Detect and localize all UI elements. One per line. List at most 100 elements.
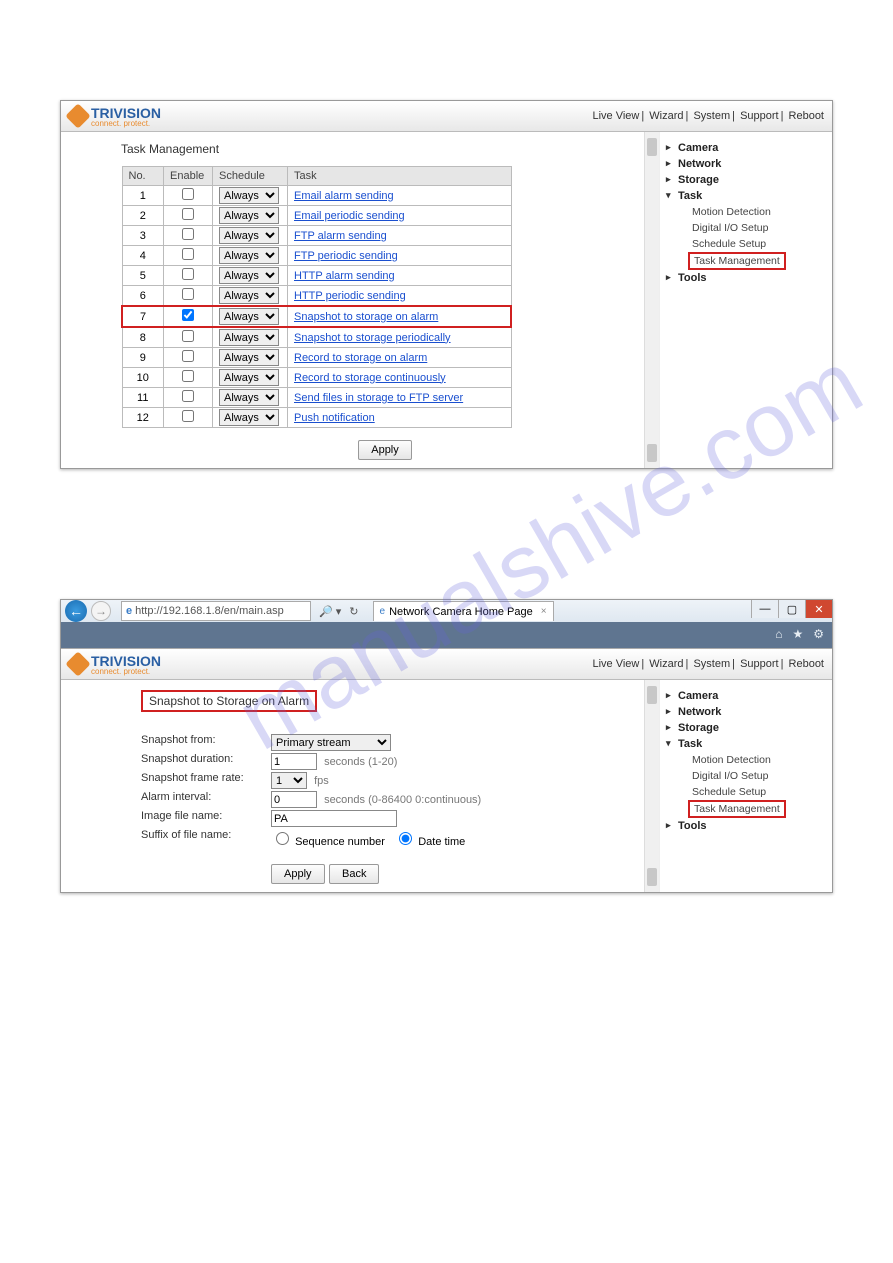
label-duration: Snapshot duration:	[141, 753, 271, 770]
radio-seq[interactable]	[276, 832, 289, 845]
ie-back-button[interactable]: ←	[65, 600, 87, 622]
sidebar-item-camera[interactable]: Camera	[664, 140, 824, 156]
schedule-select[interactable]: Always	[219, 349, 279, 366]
enable-checkbox[interactable]	[182, 208, 194, 220]
sidebar-sub-digital-i-o-setup[interactable]: Digital I/O Setup	[664, 768, 824, 784]
input-interval[interactable]	[271, 791, 317, 808]
task-link[interactable]: FTP periodic sending	[294, 250, 398, 262]
ie-search-dropdown[interactable]: 🔎 ▾	[319, 605, 341, 618]
win-close[interactable]: ✕	[805, 600, 832, 618]
table-row: 9AlwaysRecord to storage on alarm	[122, 348, 511, 368]
select-snapshot-from[interactable]: Primary stream	[271, 734, 391, 751]
apply-button[interactable]: Apply	[358, 440, 412, 460]
label-snapshot-from: Snapshot from:	[141, 734, 271, 751]
schedule-select[interactable]: Always	[219, 409, 279, 426]
nav-support[interactable]: Support	[740, 110, 779, 122]
sidebar-item-storage[interactable]: Storage	[664, 720, 824, 736]
col-task: Task	[288, 167, 512, 186]
sidebar-item-camera[interactable]: Camera	[664, 688, 824, 704]
ie-tab[interactable]: e Network Camera Home Page ×	[373, 601, 554, 621]
ie-tab-close[interactable]: ×	[541, 606, 547, 617]
sidebar-sub-motion-detection[interactable]: Motion Detection	[664, 752, 824, 768]
task-link[interactable]: HTTP alarm sending	[294, 270, 395, 282]
enable-checkbox[interactable]	[182, 350, 194, 362]
cell-no: 2	[122, 206, 164, 226]
ie-star-icon[interactable]: ★	[792, 627, 803, 641]
cell-no: 1	[122, 186, 164, 206]
enable-checkbox[interactable]	[182, 390, 194, 402]
task-link[interactable]: Email alarm sending	[294, 190, 394, 202]
schedule-select[interactable]: Always	[219, 267, 279, 284]
cell-no: 4	[122, 246, 164, 266]
win-min[interactable]: —	[751, 600, 778, 618]
enable-checkbox[interactable]	[182, 228, 194, 240]
sidebar-item-tools[interactable]: Tools	[664, 270, 824, 286]
schedule-select[interactable]: Always	[219, 187, 279, 204]
radio-dt[interactable]	[399, 832, 412, 845]
sidebar-item-task[interactable]: Task	[664, 188, 824, 204]
task-link[interactable]: Send files in storage to FTP server	[294, 392, 463, 404]
sidebar-item-task[interactable]: Task	[664, 736, 824, 752]
nav-system[interactable]: System	[693, 110, 730, 122]
top-nav-2: Live View| Wizard| System| Support| Rebo…	[592, 658, 824, 670]
enable-checkbox[interactable]	[182, 370, 194, 382]
input-imgname[interactable]	[271, 810, 397, 827]
schedule-select[interactable]: Always	[219, 389, 279, 406]
logo-2: TRIVISION connect. protect.	[69, 653, 161, 676]
scrollbar-2[interactable]	[644, 680, 659, 892]
nav-wizard[interactable]: Wizard	[649, 110, 683, 122]
nav-liveview[interactable]: Live View	[592, 110, 639, 122]
sidebar-sub-digital-i-o-setup[interactable]: Digital I/O Setup	[664, 220, 824, 236]
task-link[interactable]: Record to storage continuously	[294, 372, 446, 384]
sidebar-sub-task-management[interactable]: Task Management	[688, 252, 786, 270]
ie-refresh[interactable]: ↻	[349, 605, 358, 618]
cell-no: 8	[122, 327, 164, 348]
sidebar-item-network[interactable]: Network	[664, 156, 824, 172]
task-link[interactable]: Push notification	[294, 412, 375, 424]
sidebar-sub-motion-detection[interactable]: Motion Detection	[664, 204, 824, 220]
apply-button-2[interactable]: Apply	[271, 864, 325, 884]
enable-checkbox[interactable]	[182, 330, 194, 342]
sidebar-sub-schedule-setup[interactable]: Schedule Setup	[664, 784, 824, 800]
enable-checkbox[interactable]	[182, 410, 194, 422]
nav-reboot-2[interactable]: Reboot	[789, 658, 824, 670]
schedule-select[interactable]: Always	[219, 227, 279, 244]
task-link[interactable]: Record to storage on alarm	[294, 352, 427, 364]
select-rate[interactable]: 1	[271, 772, 307, 789]
schedule-select[interactable]: Always	[219, 207, 279, 224]
sidebar-sub-schedule-setup[interactable]: Schedule Setup	[664, 236, 824, 252]
sidebar-item-tools[interactable]: Tools	[664, 818, 824, 834]
enable-checkbox[interactable]	[182, 248, 194, 260]
enable-checkbox[interactable]	[182, 268, 194, 280]
task-link[interactable]: HTTP periodic sending	[294, 290, 406, 302]
enable-checkbox[interactable]	[182, 188, 194, 200]
ie-home-icon[interactable]: ⌂	[775, 627, 782, 641]
schedule-select[interactable]: Always	[219, 329, 279, 346]
ie-address-bar[interactable]: e http://192.168.1.8/en/main.asp	[121, 601, 311, 621]
input-duration[interactable]	[271, 753, 317, 770]
scrollbar[interactable]	[644, 132, 659, 468]
nav-reboot[interactable]: Reboot	[789, 110, 824, 122]
sidebar-item-network[interactable]: Network	[664, 704, 824, 720]
schedule-select[interactable]: Always	[219, 308, 279, 325]
ie-forward-button[interactable]: →	[91, 601, 111, 621]
task-link[interactable]: Email periodic sending	[294, 210, 405, 222]
ie-gear-icon[interactable]: ⚙	[813, 627, 824, 641]
back-button[interactable]: Back	[329, 864, 379, 884]
sidebar-sub-task-management[interactable]: Task Management	[688, 800, 786, 818]
nav-liveview-2[interactable]: Live View	[592, 658, 639, 670]
nav-wizard-2[interactable]: Wizard	[649, 658, 683, 670]
schedule-select[interactable]: Always	[219, 247, 279, 264]
sidebar-item-storage[interactable]: Storage	[664, 172, 824, 188]
enable-checkbox[interactable]	[182, 309, 194, 321]
nav-support-2[interactable]: Support	[740, 658, 779, 670]
nav-system-2[interactable]: System	[693, 658, 730, 670]
schedule-select[interactable]: Always	[219, 287, 279, 304]
win-max[interactable]: ▢	[778, 600, 805, 618]
task-link[interactable]: Snapshot to storage on alarm	[294, 311, 438, 323]
schedule-select[interactable]: Always	[219, 369, 279, 386]
table-row: 5AlwaysHTTP alarm sending	[122, 266, 511, 286]
task-link[interactable]: FTP alarm sending	[294, 230, 387, 242]
enable-checkbox[interactable]	[182, 288, 194, 300]
task-link[interactable]: Snapshot to storage periodically	[294, 332, 451, 344]
